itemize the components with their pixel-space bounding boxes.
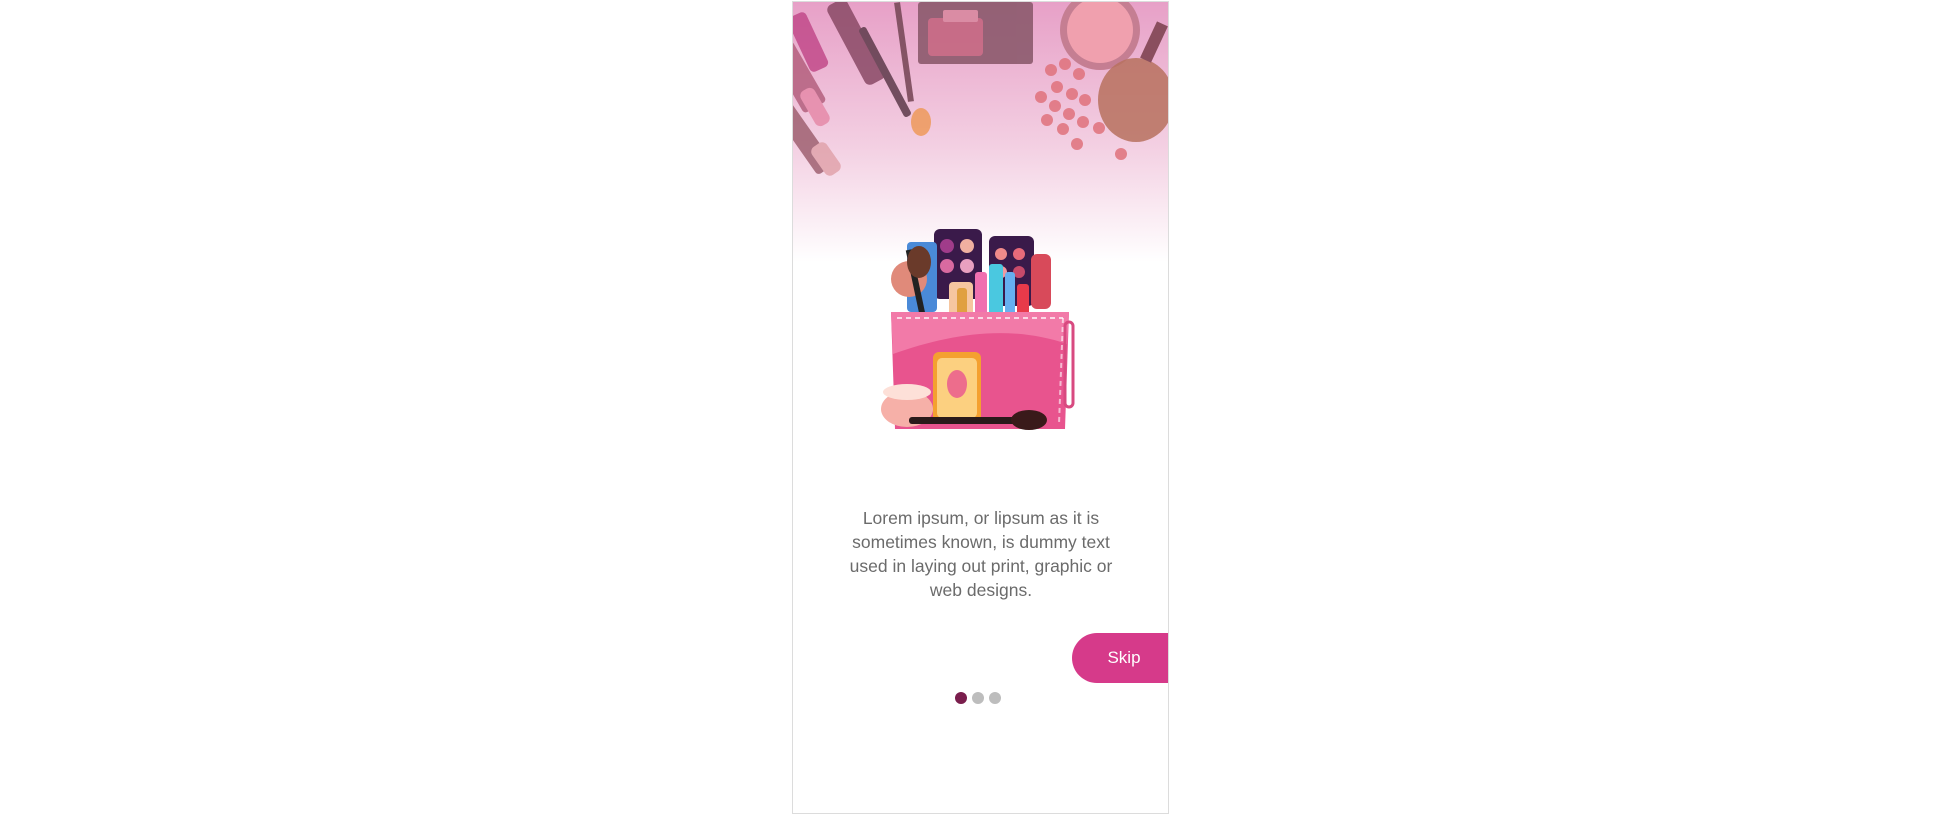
skip-button[interactable]: Skip [1072,633,1168,683]
page-indicator [955,692,1001,704]
cosmetic-bag-illustration [879,224,1083,434]
hero-banner [793,2,1168,262]
makeup-flatlay-image [793,2,1168,262]
cosmetic-bag-icon [881,229,1075,430]
page-dot-1[interactable] [955,692,967,704]
page-dot-3[interactable] [989,692,1001,704]
onboarding-description: Lorem ipsum, or lipsum as it is sometime… [849,508,1113,600]
palette-icon [918,2,1033,64]
page-dot-2[interactable] [972,692,984,704]
onboarding-screen: Lorem ipsum, or lipsum as it is sometime… [792,1,1169,814]
